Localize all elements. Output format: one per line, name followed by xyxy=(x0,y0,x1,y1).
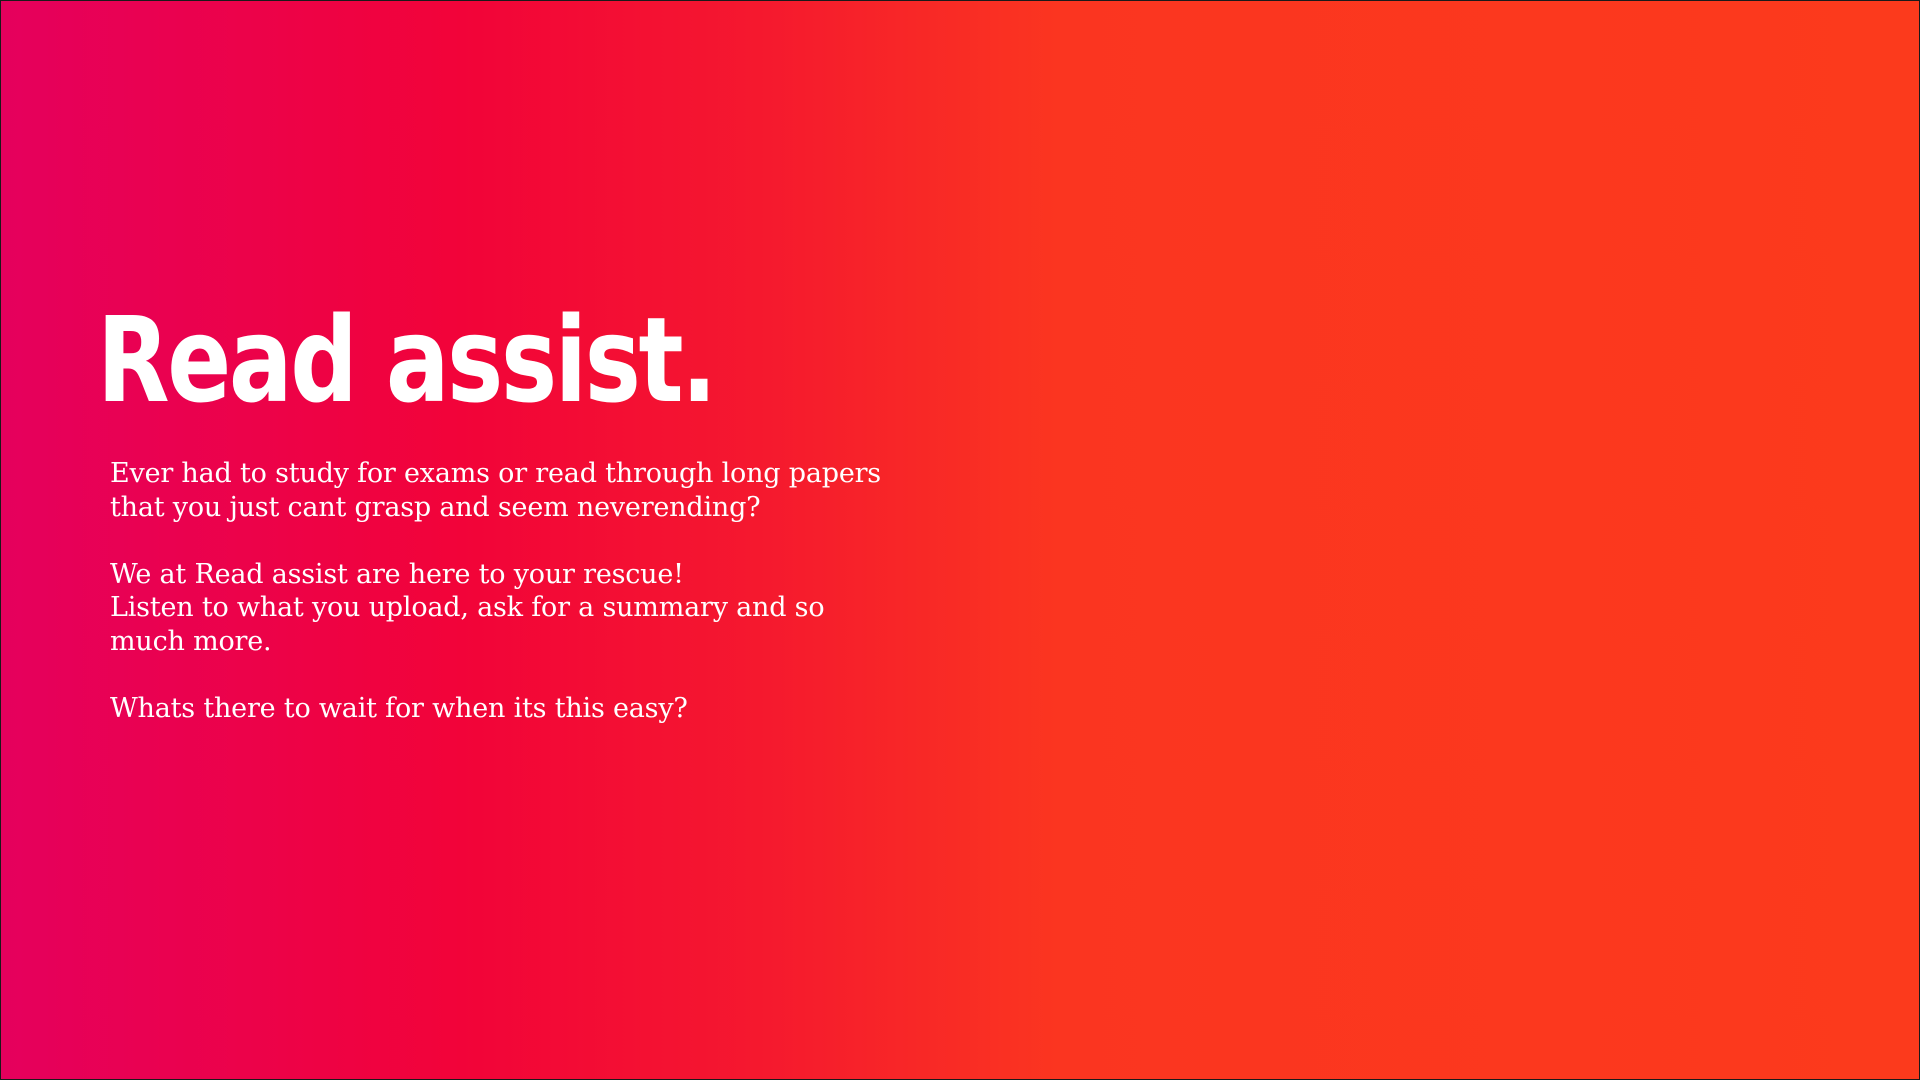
slide-body: Ever had to study for exams or read thro… xyxy=(110,457,930,725)
intro-paragraph: Ever had to study for exams or read thro… xyxy=(110,457,930,524)
body-line: Listen to what you upload, ask for a sum… xyxy=(110,592,825,623)
closing-paragraph: Whats there to wait for when its this ea… xyxy=(110,692,930,726)
body-line: much more. xyxy=(110,625,272,657)
body-line: Whats there to wait for when its this ea… xyxy=(110,692,688,724)
body-line: that you just cant grasp and seem nevere… xyxy=(110,491,761,523)
body-line: Ever had to study for exams or read thro… xyxy=(110,458,881,489)
body-line: We at Read assist are here to your rescu… xyxy=(110,558,684,590)
slide-title: Read assist. xyxy=(97,291,717,429)
rescue-paragraph: We at Read assist are here to your rescu… xyxy=(110,558,930,659)
presentation-slide: Read assist. Ever had to study for exams… xyxy=(0,0,1920,1080)
